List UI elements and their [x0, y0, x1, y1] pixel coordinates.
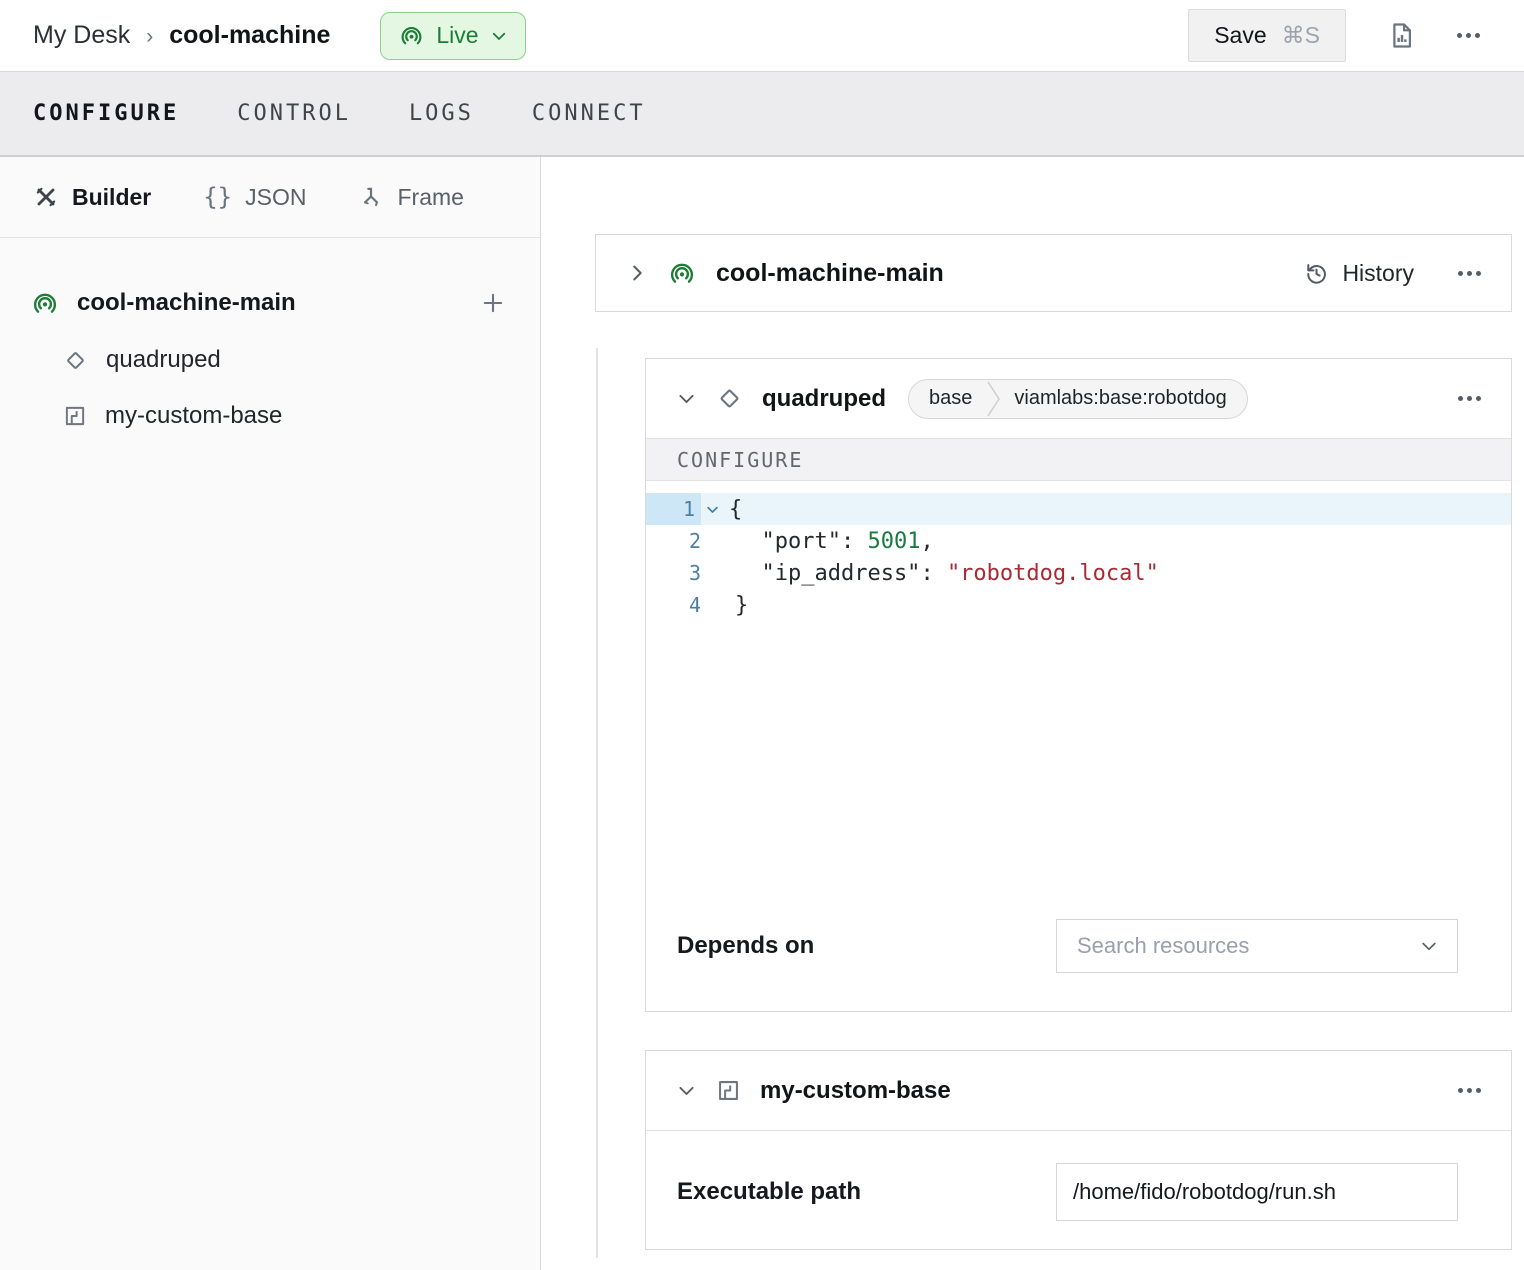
custom-base-more-options-button[interactable]	[1458, 1088, 1481, 1093]
chevron-down-icon	[490, 27, 508, 45]
tree-item-quadruped[interactable]: quadruped	[0, 332, 540, 388]
save-shortcut-hint: ⌘S	[1282, 22, 1320, 49]
live-signal-icon	[667, 258, 697, 288]
code-fold-toggle[interactable]	[695, 493, 729, 525]
quadruped-card-header: quadruped base viamlabs:base:robotdog	[646, 359, 1511, 438]
tree-connector-line	[596, 348, 598, 1258]
line-number: 1	[646, 493, 701, 525]
executable-path-input[interactable]	[1056, 1163, 1458, 1221]
badge-separator-icon	[986, 379, 1002, 419]
frame-axes-icon	[358, 184, 384, 210]
code-token: "robotdog.local"	[947, 561, 1159, 586]
quadruped-card-title: quadruped	[762, 385, 886, 413]
line-number: 4	[646, 589, 701, 621]
executable-path-label: Executable path	[677, 1178, 861, 1206]
tree-item-my-custom-base[interactable]: my-custom-base	[0, 388, 540, 444]
configure-section-label: CONFIGURE	[646, 438, 1511, 481]
topbar-more-options-button[interactable]	[1457, 33, 1480, 38]
machine-part-name: cool-machine-main	[77, 289, 296, 317]
part-more-options-button[interactable]	[1458, 271, 1481, 276]
quadruped-resource-card: quadruped base viamlabs:base:robotdog CO…	[645, 358, 1512, 1012]
code-token: :	[920, 561, 947, 586]
code-token: "ip_address"	[735, 561, 920, 586]
machine-part-card: cool-machine-main History	[595, 234, 1512, 312]
view-json-label: JSON	[245, 184, 306, 211]
quadruped-more-options-button[interactable]	[1458, 396, 1481, 401]
code-line[interactable]: 1 {	[646, 493, 1511, 525]
tree-item-label: my-custom-base	[105, 402, 282, 430]
line-number: 2	[646, 525, 701, 557]
view-frame-label: Frame	[397, 184, 463, 211]
part-card-title: cool-machine-main	[716, 259, 944, 288]
breadcrumb: My Desk › cool-machine	[33, 21, 330, 50]
top-bar: My Desk › cool-machine Live Save ⌘S	[0, 0, 1524, 72]
chevron-down-icon	[1419, 936, 1439, 956]
view-json[interactable]: {} JSON	[203, 183, 306, 211]
depends-on-row: Depends on Search resources	[646, 919, 1511, 973]
code-line[interactable]: 2 "port": 5001,	[646, 525, 1511, 557]
machine-report-button[interactable]	[1386, 20, 1417, 51]
config-main-panel: cool-machine-main History	[541, 157, 1524, 1270]
code-line[interactable]: 3 "ip_address": "robotdog.local"	[646, 557, 1511, 589]
tab-control[interactable]: CONTROL	[237, 101, 351, 126]
save-label: Save	[1214, 22, 1266, 49]
code-token: }	[735, 593, 748, 618]
diamond-component-icon	[62, 347, 89, 374]
select-placeholder: Search resources	[1077, 933, 1249, 959]
breadcrumb-separator-icon: ›	[146, 23, 153, 49]
expand-part-card-button[interactable]	[626, 262, 648, 284]
code-token: :	[841, 529, 868, 554]
topbar-actions: Save ⌘S	[1188, 9, 1480, 62]
builder-tools-icon	[33, 184, 59, 210]
custom-base-card-title: my-custom-base	[760, 1077, 951, 1105]
custom-base-card-body: Executable path	[646, 1131, 1511, 1249]
resource-type-badge: base viamlabs:base:robotdog	[908, 379, 1248, 419]
depends-on-label: Depends on	[677, 932, 814, 960]
document-chart-icon	[1386, 20, 1417, 51]
line-number: 3	[646, 557, 701, 589]
add-component-button[interactable]	[479, 289, 507, 317]
code-token: {	[729, 497, 742, 522]
collapse-custom-base-button[interactable]	[676, 1080, 697, 1101]
tab-logs[interactable]: LOGS	[409, 101, 474, 126]
history-label: History	[1342, 260, 1414, 287]
view-builder[interactable]: Builder	[33, 184, 151, 211]
view-frame[interactable]: Frame	[358, 184, 463, 211]
json-braces-icon: {}	[203, 183, 232, 211]
json-attributes-editor[interactable]: 1 { 2 "port": 5001, 3 "ip	[646, 481, 1511, 911]
live-signal-icon	[30, 288, 60, 318]
module-icon	[62, 403, 88, 429]
breadcrumb-root-link[interactable]: My Desk	[33, 21, 130, 50]
custom-base-resource-card: my-custom-base Executable path	[645, 1050, 1512, 1250]
badge-type: base	[909, 380, 986, 418]
config-sidebar: Builder {} JSON Frame	[0, 157, 541, 1270]
history-clock-icon	[1303, 260, 1330, 287]
tree-item-machine-part[interactable]: cool-machine-main	[0, 274, 540, 332]
code-token: "port"	[735, 529, 841, 554]
status-label: Live	[436, 22, 478, 49]
live-signal-icon	[398, 22, 425, 49]
tab-configure[interactable]: CONFIGURE	[33, 101, 179, 126]
config-view-switcher: Builder {} JSON Frame	[0, 157, 540, 238]
save-button[interactable]: Save ⌘S	[1188, 9, 1346, 62]
machine-tree: cool-machine-main quadruped	[0, 238, 540, 444]
code-token: 5001	[867, 529, 920, 554]
tab-connect[interactable]: CONNECT	[532, 101, 646, 126]
diamond-component-icon	[715, 384, 744, 413]
tree-item-label: quadruped	[106, 346, 221, 374]
depends-on-select[interactable]: Search resources	[1056, 919, 1458, 973]
code-token: ,	[920, 529, 933, 554]
collapse-quadruped-button[interactable]	[676, 388, 697, 409]
history-button[interactable]: History	[1303, 260, 1414, 287]
badge-model: viamlabs:base:robotdog	[1002, 380, 1246, 418]
module-icon	[715, 1077, 742, 1104]
custom-base-card-header: my-custom-base	[646, 1051, 1511, 1131]
view-builder-label: Builder	[72, 184, 151, 211]
code-line[interactable]: 4 }	[646, 589, 1511, 621]
breadcrumb-machine-name: cool-machine	[169, 21, 330, 50]
main-tab-bar: CONFIGURE CONTROL LOGS CONNECT	[0, 72, 1524, 157]
machine-status-dropdown[interactable]: Live	[380, 12, 525, 60]
